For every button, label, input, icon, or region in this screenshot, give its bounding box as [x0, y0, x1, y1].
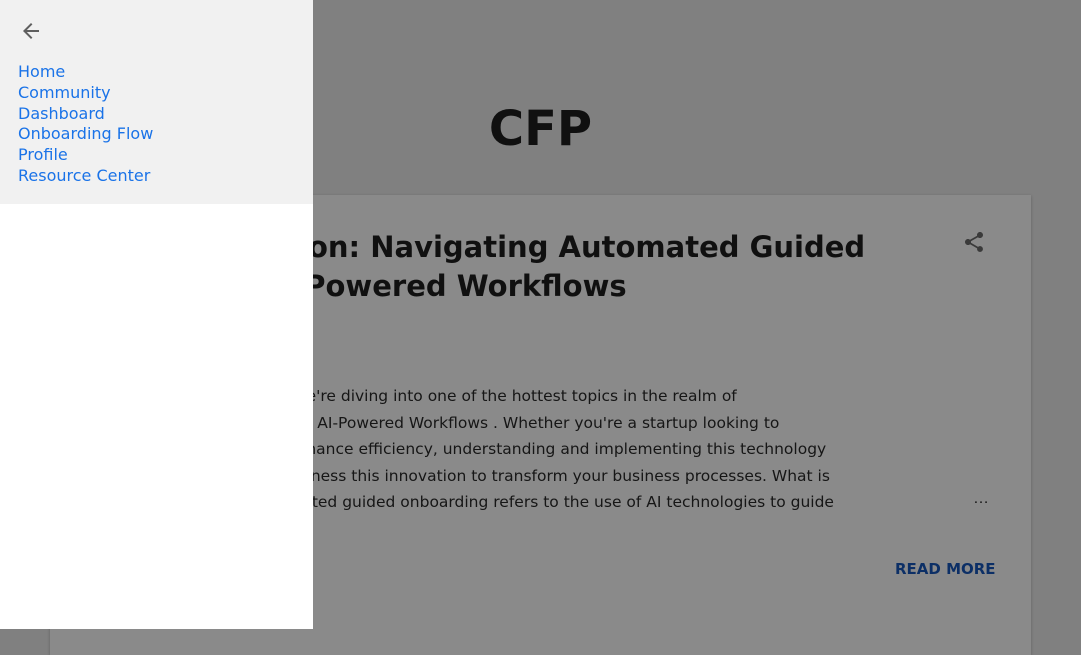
sidebar-item: Onboarding Flow: [18, 124, 153, 145]
sidebar-item-profile[interactable]: Profile: [18, 145, 153, 166]
share-icon: [965, 232, 983, 252]
read-more-link[interactable]: READ MORE: [895, 560, 996, 578]
sidebar-item-dashboard[interactable]: Dashboard: [18, 104, 153, 125]
sidebar-item: Resource Center: [18, 166, 153, 187]
sidebar-item: Profile: [18, 145, 153, 166]
sidebar-item-home[interactable]: Home: [18, 62, 153, 83]
sidebar-item: Community: [18, 83, 153, 104]
sidebar-item-community[interactable]: Community: [18, 83, 153, 104]
sidebar-item: Dashboard: [18, 104, 153, 125]
sidebar-item-resource-center[interactable]: Resource Center: [18, 166, 153, 187]
snippet-ellipsis[interactable]: …: [973, 490, 989, 508]
sidebar-nav: Home Community Dashboard Onboarding Flow…: [18, 62, 153, 187]
sidebar-item: Home: [18, 62, 153, 83]
share-button[interactable]: [962, 230, 986, 254]
arrow-back-icon: [23, 23, 39, 39]
sidebar-item-onboarding-flow[interactable]: Onboarding Flow: [18, 124, 153, 145]
sidebar-drawer: Home Community Dashboard Onboarding Flow…: [0, 0, 313, 629]
back-button[interactable]: [19, 19, 43, 43]
